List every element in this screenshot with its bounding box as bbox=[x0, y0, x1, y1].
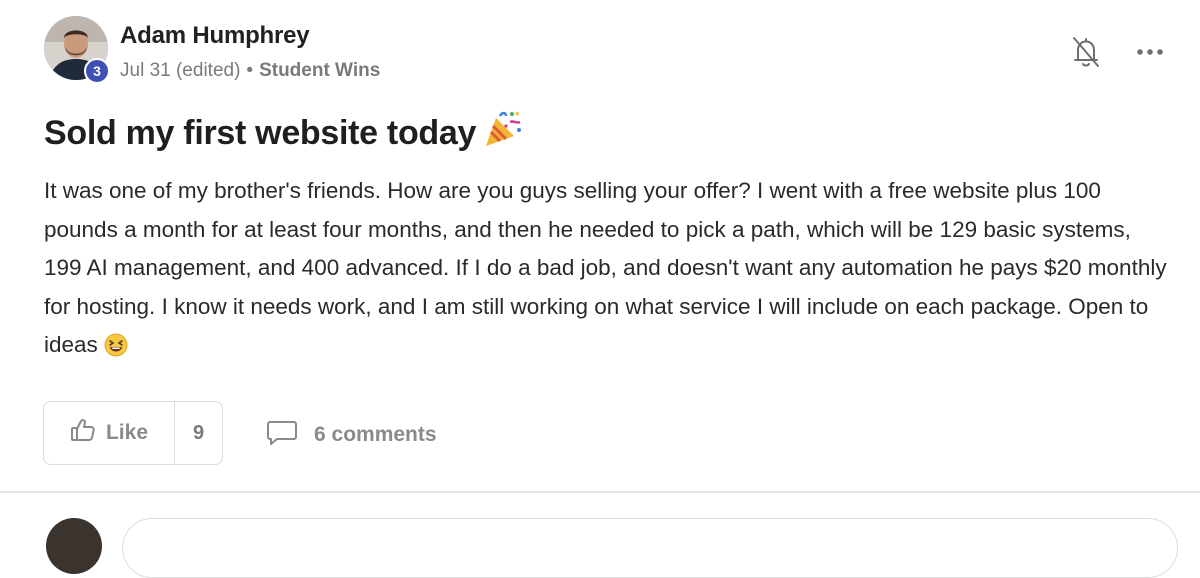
section-divider bbox=[0, 491, 1200, 493]
post-date: Jul 31 (edited) bbox=[120, 60, 241, 81]
post-body: It was one of my brother's friends. How … bbox=[44, 172, 1174, 370]
like-button[interactable]: Like bbox=[44, 402, 175, 464]
post-meta: Jul 31 (edited) • Student Wins bbox=[120, 60, 380, 82]
thumbs-up-icon bbox=[70, 418, 96, 448]
current-user-avatar bbox=[46, 518, 102, 574]
more-options-icon[interactable] bbox=[1134, 38, 1166, 66]
post-card: 3 Adam Humphrey Jul 31 (edited) • Student … bbox=[0, 0, 1200, 492]
party-popper-icon bbox=[482, 108, 524, 159]
comment-bubble-icon bbox=[266, 418, 298, 452]
level-badge: 3 bbox=[84, 58, 110, 84]
author-name[interactable]: Adam Humphrey bbox=[120, 22, 310, 50]
comments-label: 6 comments bbox=[314, 423, 437, 446]
comments-link[interactable]: 6 comments bbox=[266, 418, 437, 452]
notification-bell-off-icon[interactable] bbox=[1071, 35, 1101, 69]
laughing-face-icon bbox=[104, 331, 128, 370]
post-category[interactable]: Student Wins bbox=[259, 60, 380, 81]
post-title[interactable]: Sold my first website today bbox=[44, 108, 524, 159]
like-label: Like bbox=[105, 421, 149, 444]
like-count[interactable]: 9 bbox=[175, 402, 222, 464]
post-title-text: Sold my first website today bbox=[44, 114, 477, 152]
like-control: Like 9 bbox=[43, 401, 223, 465]
meta-separator: • bbox=[246, 60, 254, 81]
comment-input[interactable] bbox=[122, 518, 1178, 578]
post-body-text: It was one of my brother's friends. How … bbox=[44, 178, 1167, 357]
